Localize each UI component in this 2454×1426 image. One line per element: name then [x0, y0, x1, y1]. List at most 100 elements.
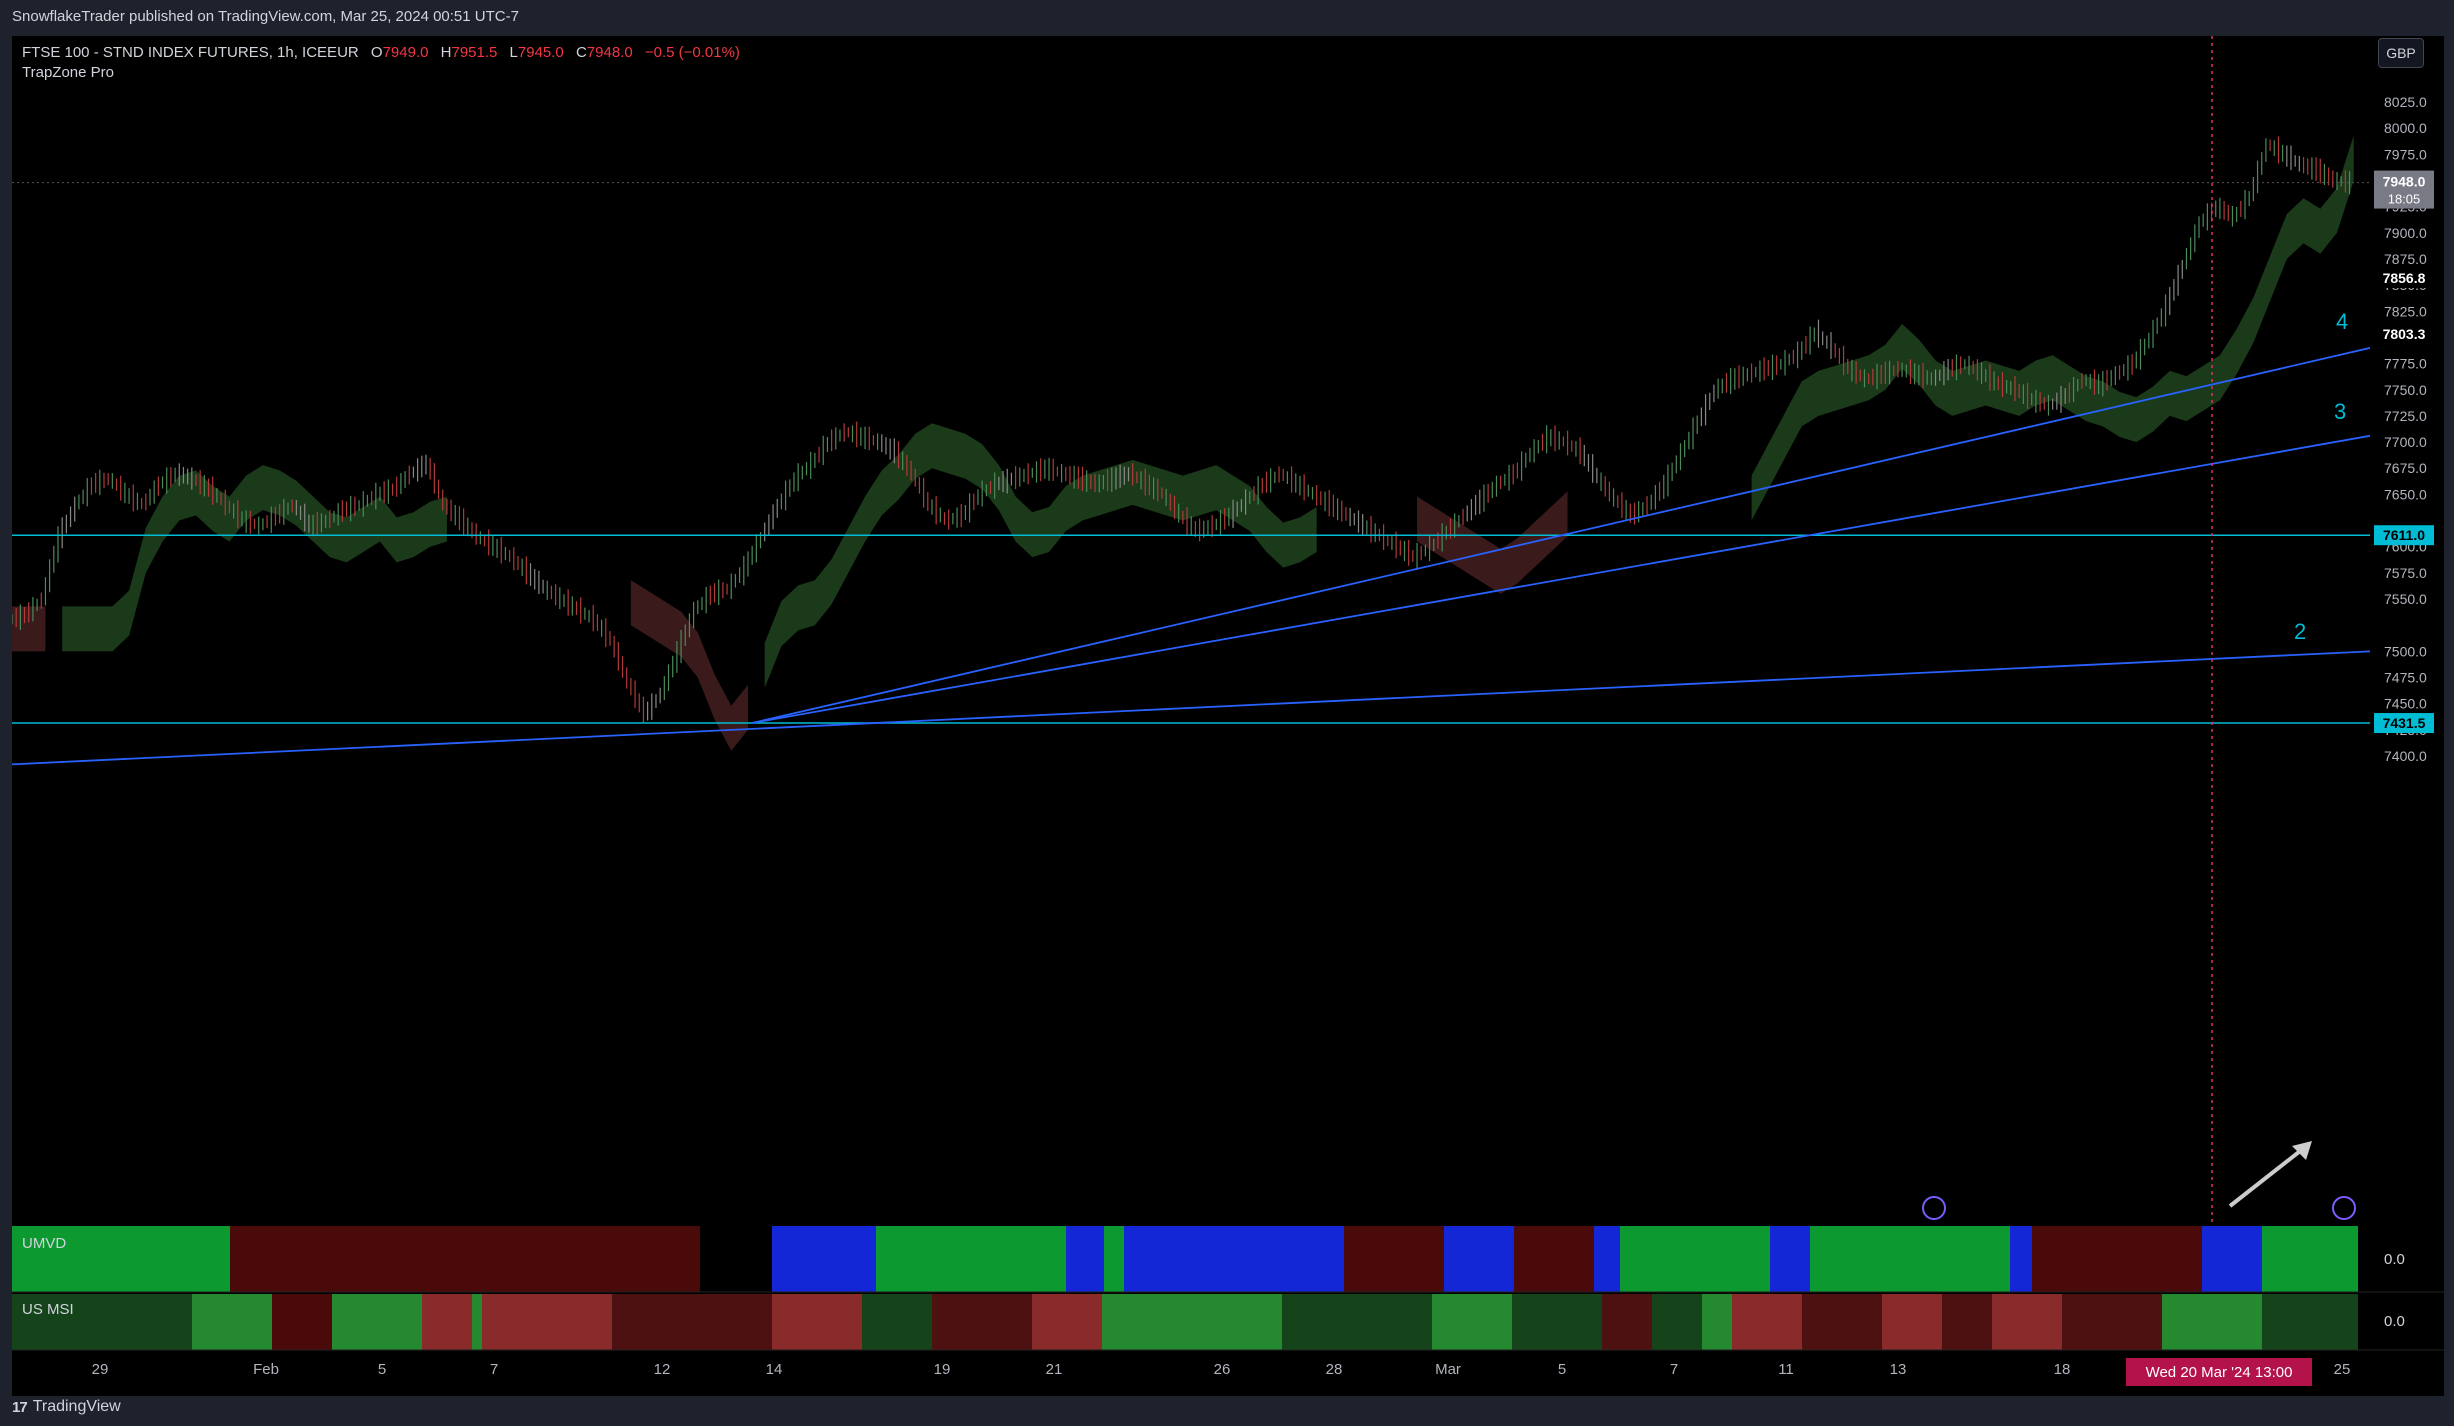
- trend-label-3: 3: [2334, 399, 2346, 424]
- x-tick-label: 7: [490, 1361, 498, 1378]
- chart-panel[interactable]: 2 3 4 UMVD US MSI 0.0 0.0 8025.0 8000.0 7975.0 7…: [12, 36, 2444, 1396]
- umvd-bar: [2010, 1226, 2032, 1292]
- us-msi-label: US MSI: [22, 1301, 74, 1318]
- x-tick-label: 19: [934, 1361, 951, 1378]
- y-tick-label: 7725.0: [2384, 408, 2427, 424]
- us-msi-bar: [482, 1294, 612, 1350]
- umvd-bar: [1810, 1226, 2010, 1292]
- us-msi-bar: [1882, 1294, 1942, 1350]
- us-msi-bar: [1702, 1294, 1732, 1350]
- us-msi-bar: [862, 1294, 932, 1350]
- umvd-bar: [1124, 1226, 1164, 1292]
- alert-icon: [2332, 1196, 2356, 1220]
- umvd-bar: [1344, 1226, 1444, 1292]
- ohlc-change: −0.5 (−0.01%): [644, 44, 740, 61]
- y-tick-label: 7400.0: [2384, 748, 2427, 764]
- ohlc-low: 7945.0: [517, 44, 564, 61]
- cloud-band: [630, 580, 748, 751]
- trend-line-2: [12, 650, 2370, 766]
- y-tick-label: 7500.0: [2384, 643, 2427, 659]
- x-tick-label: 12: [654, 1361, 671, 1378]
- us-msi-bar: [1282, 1294, 1432, 1350]
- cloud-band: [62, 465, 447, 652]
- ohlc-open: 7949.0: [382, 44, 429, 61]
- symbol-name[interactable]: FTSE 100 - STND INDEX FUTURES, 1h, ICEEU…: [22, 44, 359, 61]
- umvd-label: UMVD: [22, 1235, 66, 1252]
- us-msi-bar: [2162, 1294, 2192, 1350]
- y-tick-label: 8000.0: [2384, 120, 2427, 136]
- umvd-bar: [1770, 1226, 1810, 1292]
- hline-2-tag: 7431.5: [2383, 715, 2426, 731]
- last-price-tag: 7948.0: [2383, 174, 2426, 190]
- ohlc-close: 7948.0: [586, 44, 633, 61]
- y-tick-label: 7550.0: [2384, 591, 2427, 607]
- x-tick-label: 26: [1214, 1361, 1231, 1378]
- y-tick-label: 7825.0: [2384, 303, 2427, 319]
- x-tick-label: 14: [766, 1361, 783, 1378]
- y-tick-label: 7675.0: [2384, 460, 2427, 476]
- us-msi-bar: [1942, 1294, 1992, 1350]
- trend-label-2: 2: [2294, 619, 2306, 644]
- x-tick-label: 28: [1326, 1361, 1343, 1378]
- indicator-label[interactable]: TrapZone Pro: [22, 64, 114, 81]
- ohlc-high: 7951.5: [451, 44, 498, 61]
- footer-brand[interactable]: TradingView: [33, 1398, 121, 1416]
- umvd-value: 0.0: [2384, 1251, 2405, 1268]
- crosshair-date-label: Wed 20 Mar '24 13:00: [2146, 1364, 2293, 1381]
- y-tick-label: 7900.0: [2384, 225, 2427, 241]
- y-tick-label: 7750.0: [2384, 382, 2427, 398]
- ohlc-h-label: H: [440, 44, 452, 61]
- umvd-bar: [1164, 1226, 1344, 1292]
- us-msi-value: 0.0: [2384, 1313, 2405, 1330]
- currency-button[interactable]: GBP: [2378, 38, 2424, 68]
- level-a-tag: 7856.8: [2383, 270, 2426, 286]
- us-msi-bar: [192, 1294, 272, 1350]
- us-msi-bar: [1032, 1294, 1102, 1350]
- us-msi-bar: [1652, 1294, 1702, 1350]
- umvd-bar: [1514, 1226, 1594, 1292]
- hline-1-tag: 7611.0: [2383, 527, 2425, 543]
- replay-icon: [1922, 1196, 1946, 1220]
- us-msi-bar: [1732, 1294, 1802, 1350]
- us-msi-bar: [2262, 1294, 2358, 1350]
- us-msi-bar: [932, 1294, 1032, 1350]
- umvd-bar: [2032, 1226, 2202, 1292]
- countdown-tag: 18:05: [2388, 192, 2421, 207]
- ohlc-c-label: C: [575, 44, 587, 61]
- x-tick-label: 7: [1670, 1361, 1678, 1378]
- umvd-bar: [1444, 1226, 1514, 1292]
- y-tick-label: 7650.0: [2384, 486, 2427, 502]
- us-msi-bar: [1102, 1294, 1282, 1350]
- y-tick-label: 7575.0: [2384, 565, 2427, 581]
- us-msi-bar: [332, 1294, 422, 1350]
- chart-svg[interactable]: 2 3 4 UMVD US MSI 0.0 0.0 8025.0 8000.0 7975.0 7…: [12, 36, 2444, 1396]
- x-tick-label: Feb: [253, 1361, 279, 1378]
- umvd-bar: [772, 1226, 784, 1292]
- tradingview-logo-icon: 17: [12, 1398, 28, 1416]
- y-tick-label: 7475.0: [2384, 670, 2427, 686]
- trend-label-4: 4: [2336, 309, 2348, 334]
- x-tick-label: 21: [1046, 1361, 1063, 1378]
- y-tick-label: 7775.0: [2384, 356, 2427, 372]
- us-msi-bar: [1602, 1294, 1652, 1350]
- y-tick-label: 7450.0: [2384, 696, 2427, 712]
- umvd-bar: [1620, 1226, 1770, 1292]
- y-tick-label: 8025.0: [2384, 94, 2427, 110]
- cloud-band: [1751, 135, 2354, 521]
- us-msi-bar: [272, 1294, 332, 1350]
- us-msi-bar: [1802, 1294, 1882, 1350]
- us-msi-bar: [612, 1294, 772, 1350]
- umvd-bar: [1066, 1226, 1104, 1292]
- x-tick-label: 18: [2054, 1361, 2071, 1378]
- umvd-bar: [1594, 1226, 1620, 1292]
- cloud-band: [1417, 491, 1568, 594]
- umvd-bar: [876, 1226, 1066, 1292]
- us-msi-bar: [2192, 1294, 2262, 1350]
- y-tick-label: 7875.0: [2384, 251, 2427, 267]
- us-msi-bar: [2062, 1294, 2162, 1350]
- x-tick-label: 25: [2334, 1361, 2351, 1378]
- umvd-bar: [1104, 1226, 1124, 1292]
- symbol-legend: FTSE 100 - STND INDEX FUTURES, 1h, ICEEU…: [22, 44, 740, 61]
- y-tick-label: 7700.0: [2384, 434, 2427, 450]
- y-tick-label: 7975.0: [2384, 146, 2427, 162]
